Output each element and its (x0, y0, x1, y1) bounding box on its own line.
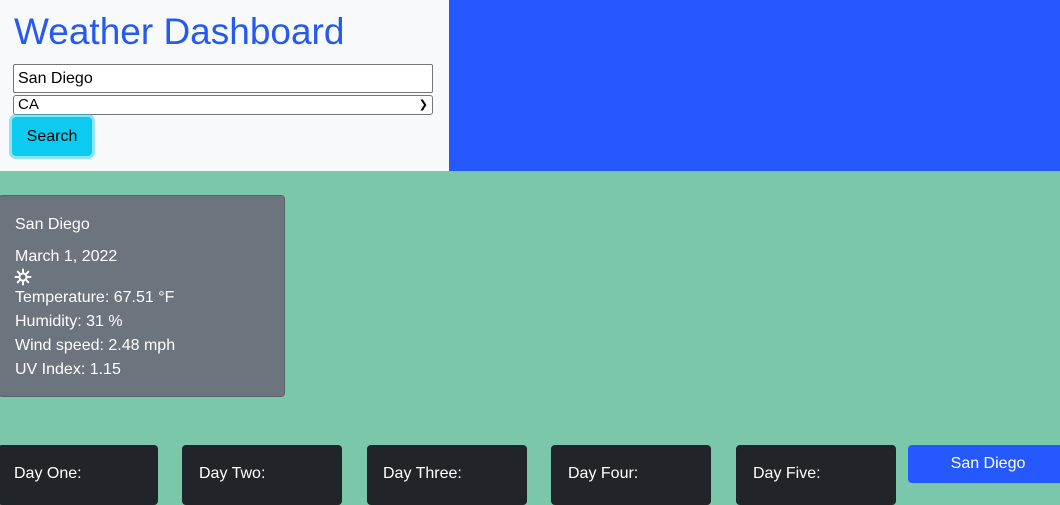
current-wind: Wind speed: 2.48 mph (15, 337, 176, 354)
header-banner (449, 0, 1060, 171)
current-uv: UV Index: 1.15 (15, 361, 121, 378)
current-date: March 1, 2022 (15, 248, 118, 265)
search-panel: Weather Dashboard CA ❯ Search (0, 0, 449, 171)
forecast-day-label: Day Four: (568, 465, 639, 482)
forecast-card: Day Five: (736, 445, 896, 505)
forecast-card: Day Two: (182, 445, 342, 505)
forecast-day-label: Day Three: (383, 465, 462, 482)
forecast-day-label: Day One: (14, 465, 82, 482)
history-button-san-diego[interactable]: San Diego (908, 445, 1060, 483)
forecast-card: Day One: (0, 445, 158, 505)
sun-icon (14, 268, 32, 286)
current-weather-card: San Diego March 1, 2022 Temperature: 67.… (0, 195, 285, 397)
state-select[interactable]: CA ❯ (13, 95, 433, 115)
page-title: Weather Dashboard (14, 11, 345, 52)
forecast-day-label: Day Five: (753, 465, 821, 482)
current-city: San Diego (15, 216, 90, 233)
current-humidity: Humidity: 31 % (15, 313, 123, 330)
city-input[interactable] (13, 64, 433, 93)
forecast-card: Day Four: (551, 445, 711, 505)
state-select-value: CA (18, 96, 39, 113)
forecast-card: Day Three: (367, 445, 527, 505)
forecast-day-label: Day Two: (199, 465, 266, 482)
chevron-down-icon: ❯ (418, 99, 428, 111)
current-temperature: Temperature: 67.51 °F (15, 289, 175, 306)
search-button[interactable]: Search (12, 117, 92, 156)
